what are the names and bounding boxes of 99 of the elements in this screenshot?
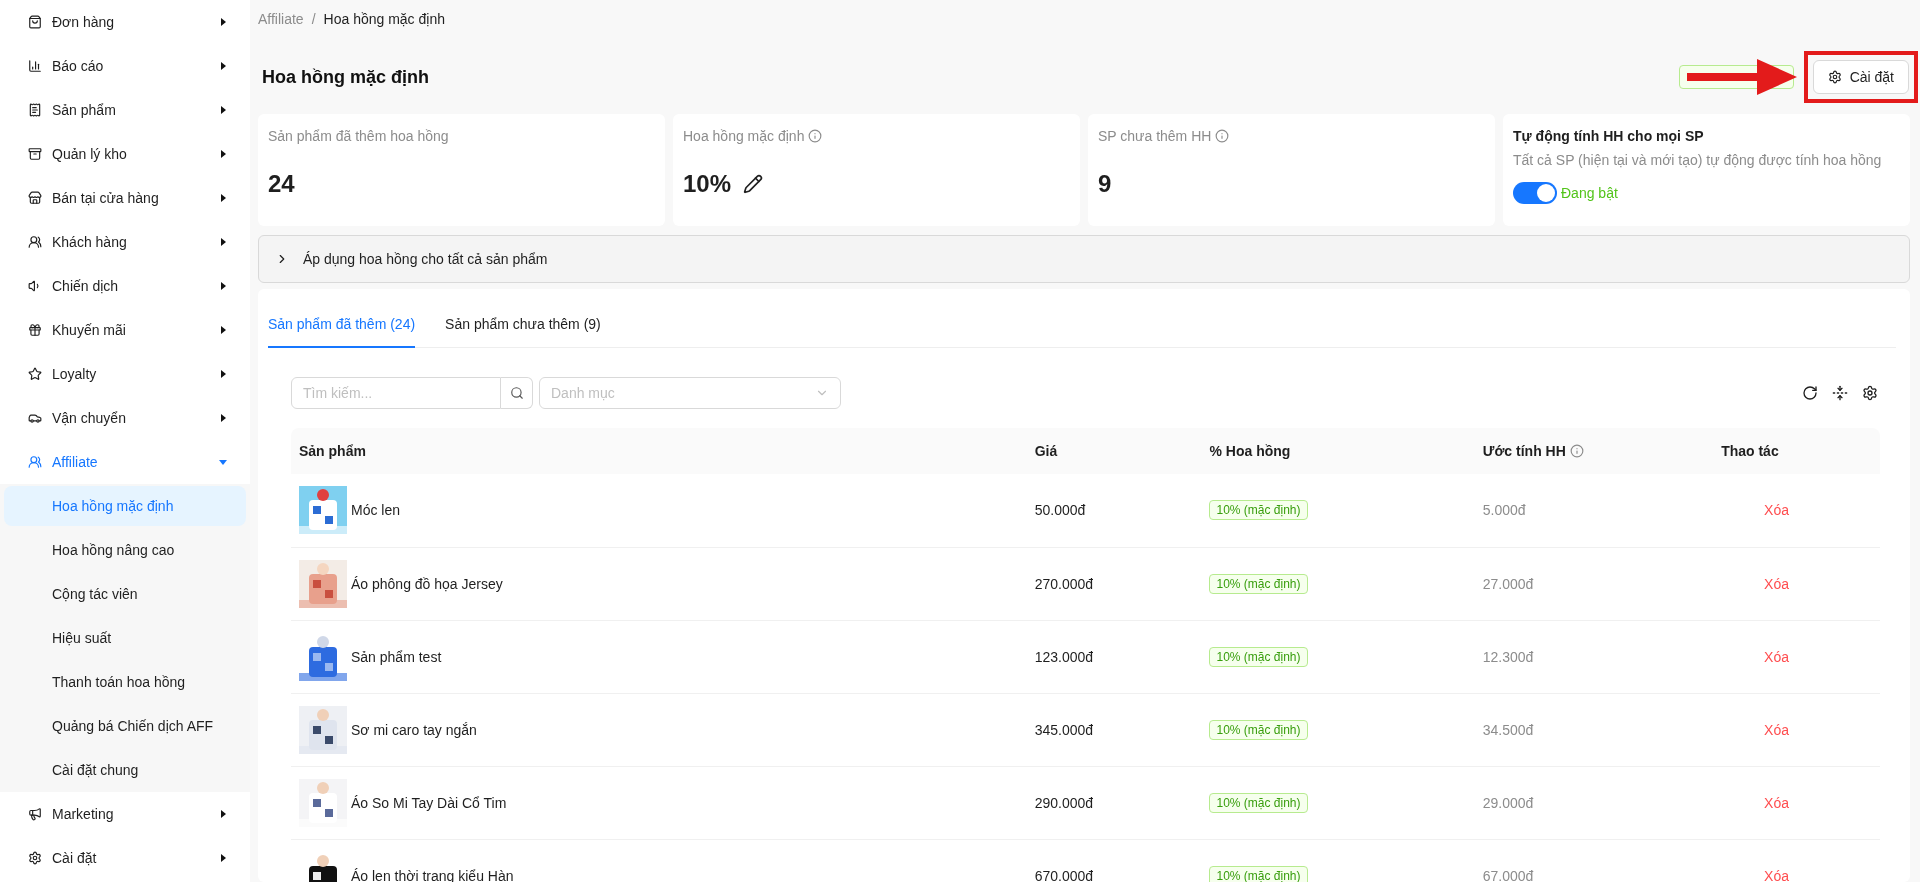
stat-label: SP chưa thêm HH xyxy=(1098,128,1212,144)
users-icon xyxy=(28,455,42,469)
column-header: Ước tính HH xyxy=(1474,428,1714,474)
archive-icon xyxy=(28,147,42,161)
search-field[interactable]: Tìm kiếm... xyxy=(291,377,501,409)
stat-label: Sản phẩm đã thêm hoa hồng xyxy=(268,128,449,144)
submenu-item[interactable]: Cài đặt chung xyxy=(4,750,246,790)
stat-value: 24 xyxy=(268,170,295,198)
estimated-commission: 34.500đ xyxy=(1482,721,1534,738)
estimated-commission: 27.000đ xyxy=(1482,575,1534,592)
edit-icon[interactable] xyxy=(743,174,764,194)
price: 123.000đ xyxy=(1034,648,1094,665)
info-icon xyxy=(1569,444,1584,458)
sidebar-item[interactable]: Đơn hàng xyxy=(0,0,250,44)
commission-tag: 10% (mặc định) xyxy=(1209,500,1308,521)
caret-right-icon xyxy=(218,237,228,247)
submenu-item[interactable]: Cộng tác viên xyxy=(4,574,246,614)
car-icon xyxy=(28,411,42,425)
users-icon xyxy=(28,235,42,249)
commission-tag: 10% (mặc định) xyxy=(1209,646,1308,667)
commission-tag: 10% (mặc định) xyxy=(1209,792,1308,813)
commission-tag: 10% (mặc định) xyxy=(1209,865,1308,882)
breadcrumb-separator: / xyxy=(311,11,316,29)
sidebar-item[interactable]: Bán tại cửa hàng xyxy=(0,176,250,220)
submenu-item[interactable]: Hoa hồng mặc định xyxy=(4,486,246,526)
bag-icon xyxy=(28,15,42,29)
caret-right-icon xyxy=(218,369,228,379)
sidebar-item[interactable]: Marketing xyxy=(0,792,250,836)
settings-icon xyxy=(1827,70,1842,84)
estimated-commission: 29.000đ xyxy=(1482,794,1534,811)
megaphone-icon xyxy=(28,807,42,821)
caret-right-icon xyxy=(218,17,228,27)
document-icon xyxy=(28,103,42,117)
stat-value: 9 xyxy=(1098,170,1112,198)
collapse-header[interactable]: Áp dụng hoa hồng cho tất cả sản phẩm xyxy=(258,235,1910,283)
caret-right-icon xyxy=(218,61,228,71)
caret-right-icon xyxy=(218,809,228,819)
product-name: Áo phông đồ họa Jersey xyxy=(351,575,503,592)
tab[interactable]: Sản phẩm đã thêm (24) xyxy=(268,316,416,348)
page-title: Hoa hồng mặc định xyxy=(262,66,429,88)
bar-chart-icon xyxy=(28,59,42,73)
sidebar-item[interactable]: Cài đặt xyxy=(0,836,250,880)
toggle-switch[interactable] xyxy=(1513,182,1557,204)
submenu-item[interactable]: Quảng bá Chiến dịch AFF xyxy=(4,706,246,746)
star-icon xyxy=(28,367,42,381)
gift-icon xyxy=(28,323,42,337)
stat-title: Tự động tính HH cho mọi SP xyxy=(1513,128,1705,144)
column-header: % Hoa hồng xyxy=(1201,428,1475,474)
price: 345.000đ xyxy=(1034,721,1094,738)
search-icon xyxy=(509,386,524,400)
column-header: Thao tác xyxy=(1713,428,1880,474)
price: 290.000đ xyxy=(1034,794,1094,811)
caret-right-icon xyxy=(218,105,228,115)
price: 50.000đ xyxy=(1034,502,1086,519)
caret-right-icon xyxy=(218,413,228,423)
stat-description: Tất cả SP (hiện tại và mới tạo) tự động được tính hoa hồng xyxy=(1513,152,1883,168)
sidebar-item[interactable]: Khuyến mãi xyxy=(0,308,250,352)
caret-right-icon xyxy=(218,193,228,203)
sidebar-item[interactable]: Quản lý kho xyxy=(0,132,250,176)
sidebar-item[interactable]: Vận chuyển xyxy=(0,396,250,440)
caret-down-icon xyxy=(218,457,228,467)
tab[interactable]: Sản phẩm chưa thêm (9) xyxy=(445,316,601,348)
store-icon xyxy=(28,191,42,205)
search-button[interactable] xyxy=(501,377,533,409)
product-name: Áo So Mi Tay Dài Cổ Tim xyxy=(351,794,507,811)
toggle-status: Đang bật xyxy=(1561,185,1618,201)
submenu-item[interactable]: Hoa hồng nâng cao xyxy=(4,530,246,570)
caret-right-icon xyxy=(218,853,228,863)
product-name: Sản phẩm test xyxy=(351,648,442,665)
caret-right-icon xyxy=(218,325,228,335)
stat-label: Hoa hồng mặc định xyxy=(683,128,805,144)
column-header: Sản phẩm xyxy=(291,428,1027,474)
price: 270.000đ xyxy=(1034,575,1094,592)
sidebar-item[interactable]: Sản phẩm xyxy=(0,88,250,132)
submenu-item[interactable]: Hiệu suất xyxy=(4,618,246,658)
sidebar-item[interactable]: Chiến dịch xyxy=(0,264,250,308)
breadcrumb-item: Hoa hồng mặc định xyxy=(323,11,445,29)
commission-tag: 10% (mặc định) xyxy=(1209,573,1308,594)
row-height-icon[interactable] xyxy=(1832,385,1848,401)
refresh-icon[interactable] xyxy=(1802,385,1818,401)
settings-button[interactable]: Cài đặt xyxy=(1812,60,1909,94)
estimated-commission: 12.300đ xyxy=(1482,648,1534,665)
sidebar-item[interactable]: Báo cáo xyxy=(0,44,250,88)
estimated-commission: 67.000đ xyxy=(1482,867,1534,882)
product-name: Sơ mi caro tay ngắn xyxy=(351,721,477,738)
estimated-commission: 5.000đ xyxy=(1482,502,1526,519)
column-header: Giá xyxy=(1026,428,1202,474)
caret-right-icon xyxy=(218,281,228,291)
caret-right-icon xyxy=(218,149,228,159)
commission-tag: 10% (mặc định) xyxy=(1209,719,1308,740)
product-name: Móc len xyxy=(351,502,401,519)
settings-icon xyxy=(28,851,42,865)
sidebar-item[interactable]: Khách hàng xyxy=(0,220,250,264)
price: 670.000đ xyxy=(1034,867,1094,882)
sidebar-item[interactable]: Loyalty xyxy=(0,352,250,396)
sidebar-item[interactable]: Affiliate xyxy=(0,440,250,484)
submenu-item[interactable]: Thanh toán hoa hồng xyxy=(4,662,246,702)
stat-value: 10% xyxy=(683,170,732,198)
settings-icon[interactable] xyxy=(1862,385,1878,401)
